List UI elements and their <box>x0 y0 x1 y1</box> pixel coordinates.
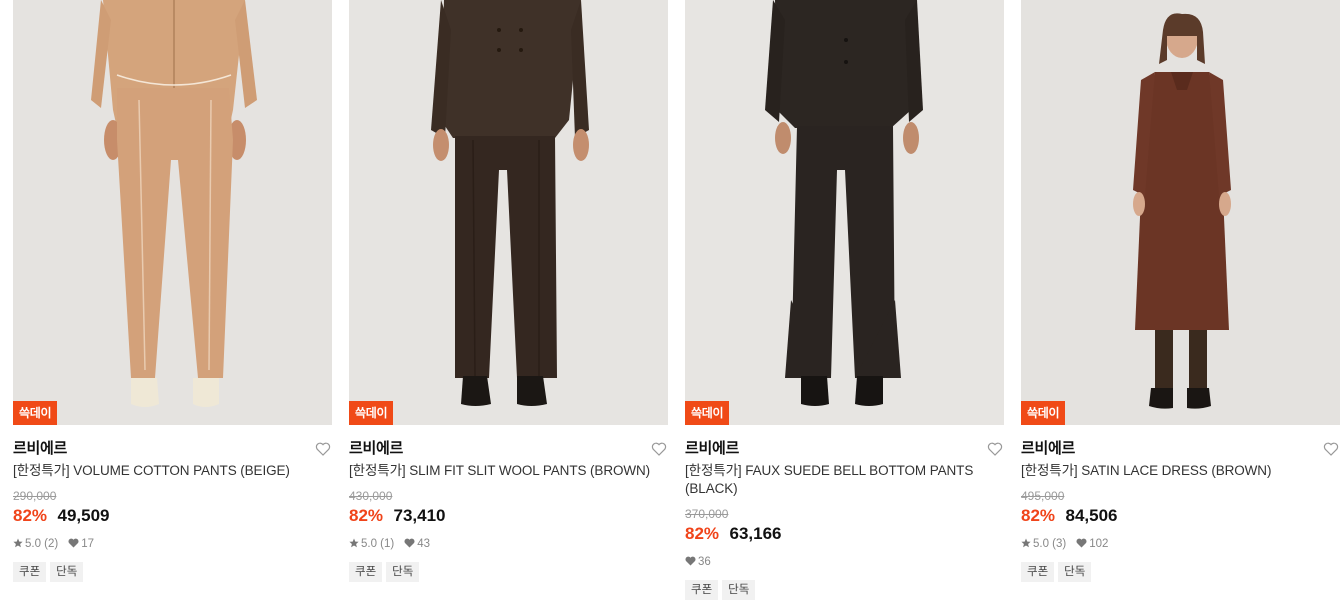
tag-list: 쿠폰 단독 <box>349 562 423 582</box>
product-name[interactable]: [한정특가] VOLUME COTTON PANTS (BEIGE) <box>13 462 318 480</box>
product-card[interactable]: 쓱데이 르비에르 [한정특가] SATIN LACE DRESS (BROWN)… <box>1021 0 1340 582</box>
product-image[interactable]: 쓱데이 <box>1021 0 1340 425</box>
exclusive-tag: 단독 <box>386 562 420 582</box>
coupon-tag: 쿠폰 <box>349 562 383 582</box>
tag-list: 쿠폰 단독 <box>1021 562 1095 582</box>
tag-list: 쿠폰 단독 <box>685 580 759 600</box>
sale-event-badge: 쓱데이 <box>13 401 58 425</box>
heart-filled-icon <box>404 538 415 548</box>
sale-price: 84,506 <box>1065 506 1118 525</box>
price-row: 82% 73,410 <box>349 505 445 528</box>
star-icon <box>13 538 23 548</box>
product-name[interactable]: [한정특가] SLIM FIT SLIT WOOL PANTS (BROWN) <box>349 462 654 480</box>
product-name[interactable]: [한정특가] FAUX SUEDE BELL BOTTOM PANTS (BLA… <box>685 462 980 498</box>
star-icon <box>349 538 359 548</box>
product-image[interactable]: 쓱데이 <box>13 0 332 425</box>
star-icon <box>1021 538 1031 548</box>
tag-list: 쿠폰 단독 <box>13 562 87 582</box>
sale-event-badge: 쓱데이 <box>685 401 730 425</box>
heart-outline-icon[interactable] <box>1323 441 1339 457</box>
discount-rate: 82% <box>13 506 48 525</box>
like-count: 43 <box>417 538 431 550</box>
price-row: 82% 63,166 <box>685 523 781 546</box>
like-count: 17 <box>81 538 95 550</box>
product-name[interactable]: [한정특가] SATIN LACE DRESS (BROWN) <box>1021 462 1326 480</box>
heart-outline-icon[interactable] <box>315 441 331 457</box>
product-image[interactable]: 쓱데이 <box>685 0 1004 425</box>
brand-name[interactable]: 르비에르 <box>1021 439 1075 459</box>
exclusive-tag: 단독 <box>1058 562 1092 582</box>
sale-event-badge: 쓱데이 <box>1021 401 1066 425</box>
original-price: 495,000 <box>1021 489 1065 503</box>
coupon-tag: 쿠폰 <box>1021 562 1055 582</box>
rating-text: 5.0 (1) <box>361 538 395 550</box>
price-row: 82% 84,506 <box>1021 505 1117 528</box>
sale-event-badge: 쓱데이 <box>349 401 394 425</box>
heart-filled-icon <box>1076 538 1087 548</box>
original-price: 430,000 <box>349 489 393 503</box>
sale-price: 73,410 <box>393 506 446 525</box>
product-card[interactable]: 쓱데이 르비에르 [한정특가] SLIM FIT SLIT WOOL PANTS… <box>349 0 668 582</box>
original-price: 290,000 <box>13 489 57 503</box>
coupon-tag: 쿠폰 <box>685 580 719 600</box>
like-count: 102 <box>1089 538 1109 550</box>
heart-outline-icon[interactable] <box>987 441 1003 457</box>
price-row: 82% 49,509 <box>13 505 109 528</box>
heart-filled-icon <box>68 538 79 548</box>
review-like-meta: 5.0 (1) 43 <box>349 537 430 551</box>
sale-price: 49,509 <box>57 506 110 525</box>
exclusive-tag: 단독 <box>722 580 756 600</box>
discount-rate: 82% <box>349 506 384 525</box>
product-image[interactable]: 쓱데이 <box>349 0 668 425</box>
sale-price: 63,166 <box>729 524 782 543</box>
original-price: 370,000 <box>685 507 729 521</box>
heart-outline-icon[interactable] <box>651 441 667 457</box>
brand-name[interactable]: 르비에르 <box>685 439 739 459</box>
rating-text: 5.0 (3) <box>1033 538 1067 550</box>
review-like-meta: 5.0 (2) 17 <box>13 537 94 551</box>
heart-filled-icon <box>685 556 696 566</box>
rating-text: 5.0 (2) <box>25 538 59 550</box>
product-card[interactable]: 쓱데이 르비에르 [한정특가] VOLUME COTTON PANTS (BEI… <box>13 0 332 582</box>
review-like-meta: 36 <box>685 555 711 569</box>
review-like-meta: 5.0 (3) 102 <box>1021 537 1108 551</box>
product-grid: 쓱데이 르비에르 [한정특가] VOLUME COTTON PANTS (BEI… <box>0 0 1342 601</box>
coupon-tag: 쿠폰 <box>13 562 47 582</box>
discount-rate: 82% <box>685 524 720 543</box>
product-card[interactable]: 쓱데이 르비에르 [한정특가] FAUX SUEDE BELL BOTTOM P… <box>685 0 1004 600</box>
like-count: 36 <box>698 556 711 568</box>
brand-name[interactable]: 르비에르 <box>349 439 403 459</box>
discount-rate: 82% <box>1021 506 1056 525</box>
exclusive-tag: 단독 <box>50 562 84 582</box>
brand-name[interactable]: 르비에르 <box>13 439 67 459</box>
